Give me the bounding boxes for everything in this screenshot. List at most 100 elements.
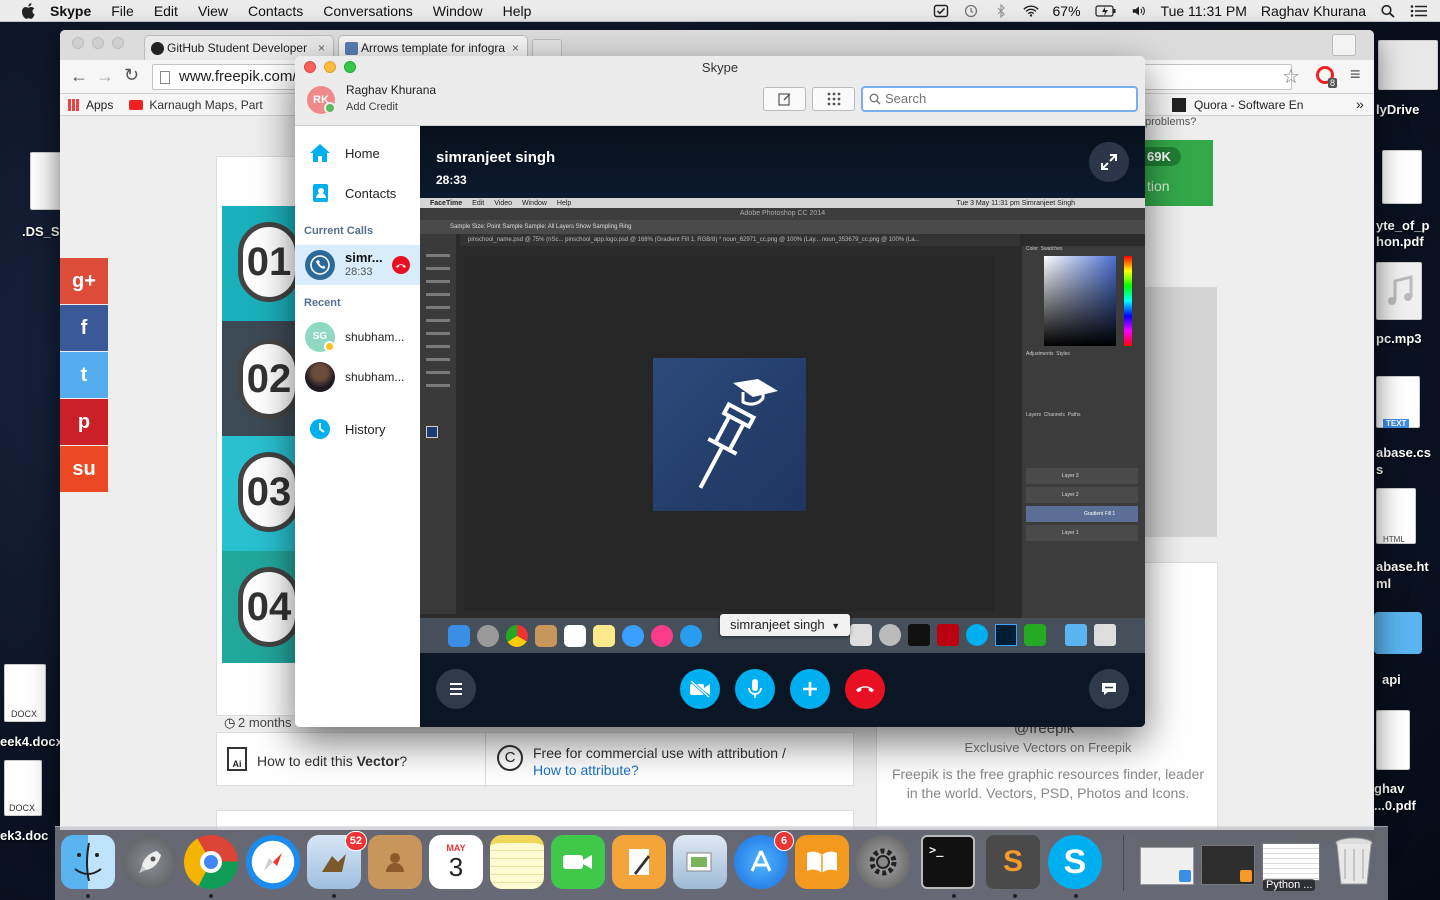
app-store-icon[interactable]: 6 (734, 831, 794, 889)
preview-app-icon[interactable] (673, 835, 727, 889)
menubar-user[interactable]: Raghav Khurana (1261, 3, 1366, 19)
skype-app-icon[interactable]: S (1048, 835, 1102, 889)
apps-grid-icon[interactable] (68, 98, 80, 111)
skype-search-box[interactable] (861, 86, 1138, 112)
minimized-window-thumbnail[interactable] (1201, 845, 1255, 885)
facetime-app-icon[interactable] (551, 835, 605, 889)
shared-screen-video[interactable]: FaceTime Edit Video Window Help Tue 3 Ma… (420, 198, 1145, 653)
css-file-icon[interactable]: TEXT (1376, 376, 1420, 428)
current-call-item[interactable]: simr... 28:33 (295, 245, 420, 285)
my-display-name[interactable]: Raghav Khurana (346, 83, 436, 97)
time-machine-icon[interactable] (963, 4, 979, 18)
close-tab-icon[interactable]: × (512, 41, 519, 55)
trash-icon[interactable] (1333, 835, 1375, 889)
minimize-window-button[interactable] (92, 37, 104, 49)
how-to-edit-text[interactable]: How to edit this Vector? (257, 753, 407, 769)
add-participant-button[interactable] (790, 669, 830, 709)
fullscreen-button[interactable] (1089, 142, 1129, 182)
forward-arrow-icon[interactable]: → (96, 66, 114, 87)
stumbleupon-share-button[interactable]: su (60, 446, 108, 492)
desktop-file-label[interactable]: lyDrive (1376, 102, 1419, 117)
sublime-text-icon[interactable]: S (986, 835, 1040, 889)
docx-file-icon[interactable]: DOCX (4, 760, 42, 816)
new-conversation-button[interactable] (763, 87, 806, 111)
menu-window[interactable]: Window (433, 3, 483, 19)
pdf-file-icon[interactable] (1382, 150, 1422, 204)
end-call-button[interactable] (392, 256, 410, 274)
google-plus-share-button[interactable]: g+ (60, 258, 108, 304)
pinterest-share-button[interactable]: p (60, 399, 108, 445)
desktop-file-label[interactable]: eek4.docx (0, 734, 63, 749)
search-input[interactable] (885, 91, 1125, 106)
menu-app-name[interactable]: Skype (50, 3, 91, 19)
desktop-file-icon[interactable] (30, 152, 62, 210)
volume-icon[interactable] (1131, 4, 1147, 18)
battery-charging-icon[interactable] (1094, 4, 1117, 18)
new-tab-button[interactable] (532, 39, 562, 57)
checkbox-menu-icon[interactable] (933, 4, 949, 18)
toggle-video-button[interactable] (680, 669, 720, 709)
bookmarks-overflow-icon[interactable]: » (1356, 96, 1364, 112)
docx-file-icon[interactable]: DOCX (4, 664, 46, 722)
menu-conversations[interactable]: Conversations (323, 3, 413, 19)
profile-avatar-icon[interactable] (1332, 34, 1356, 56)
desktop-file-label[interactable]: ek3.doc (0, 828, 48, 843)
pdf-file-icon[interactable] (1376, 710, 1410, 770)
html-file-icon[interactable]: HTML (1376, 488, 1416, 544)
terminal-app-icon[interactable]: >_ (921, 835, 975, 889)
safari-icon[interactable] (246, 835, 300, 889)
attribution-link[interactable]: How to attribute? (533, 762, 639, 778)
notes-app-icon[interactable] (490, 835, 544, 889)
menu-help[interactable]: Help (503, 3, 532, 19)
zoom-window-button[interactable] (112, 37, 124, 49)
close-window-button[interactable] (72, 37, 84, 49)
problems-link[interactable]: problems? (1145, 116, 1196, 128)
dial-pad-button[interactable] (812, 87, 855, 111)
launchpad-icon[interactable] (123, 835, 177, 889)
desktop-file-label[interactable]: api (1382, 672, 1401, 687)
menu-file[interactable]: File (111, 3, 134, 19)
reload-icon[interactable]: ↻ (124, 65, 139, 86)
toggle-mute-button[interactable] (735, 669, 775, 709)
hang-up-button[interactable] (845, 669, 885, 709)
pages-app-icon[interactable] (612, 835, 666, 889)
open-chat-button[interactable] (1089, 669, 1129, 709)
chrome-menu-icon[interactable]: ≡ (1350, 64, 1361, 85)
menubar-clock[interactable]: Tue 11:31 PM (1161, 3, 1247, 19)
bookmark-apps[interactable]: Apps (86, 98, 113, 112)
recent-conversation-item[interactable]: shubham... (295, 358, 420, 394)
contacts-app-icon[interactable] (368, 835, 422, 889)
drive-folder-icon[interactable] (1378, 40, 1438, 90)
system-preferences-icon[interactable] (856, 835, 910, 889)
apple-icon[interactable] (20, 2, 38, 20)
minimized-window-thumbnail[interactable] (1140, 847, 1194, 885)
calendar-app-icon[interactable]: MAY 3 (429, 835, 483, 889)
menu-contacts[interactable]: Contacts (248, 3, 303, 19)
notification-center-icon[interactable] (1410, 4, 1428, 18)
facebook-share-button[interactable]: f (60, 305, 108, 351)
sidebar-item-history[interactable]: History (295, 414, 420, 444)
desktop-file-label[interactable]: .DS_S (22, 224, 60, 239)
desktop-file-label[interactable]: yte_of_p hon.pdf (1376, 218, 1429, 250)
desktop-file-label[interactable]: abase.cs s (1376, 444, 1431, 478)
recent-conversation-item[interactable]: SG shubham... (295, 318, 420, 354)
close-tab-icon[interactable]: × (318, 41, 325, 55)
bookmark-star-icon[interactable]: ☆ (1282, 64, 1300, 89)
sidebar-item-home[interactable]: Home (295, 138, 420, 168)
ibooks-app-icon[interactable] (795, 835, 849, 889)
desktop-file-label[interactable]: pc.mp3 (1376, 331, 1422, 346)
minimized-window-thumbnail[interactable] (1262, 843, 1320, 881)
follow-button[interactable]: 69K tion (1145, 140, 1213, 206)
spotlight-search-icon[interactable] (1380, 4, 1396, 18)
menu-edit[interactable]: Edit (154, 3, 178, 19)
participant-name-tag[interactable]: simranjeet singh ▼ (720, 614, 851, 636)
bookmark-quora[interactable]: Quora - Software En (1194, 98, 1303, 112)
call-menu-button[interactable] (436, 669, 476, 709)
sidebar-item-contacts[interactable]: Contacts (295, 178, 420, 208)
mp3-file-icon[interactable] (1376, 262, 1422, 320)
back-arrow-icon[interactable]: ← (70, 66, 88, 87)
chrome-app-icon[interactable] (184, 835, 238, 889)
folder-icon[interactable] (1374, 612, 1422, 654)
wifi-icon[interactable] (1022, 4, 1039, 18)
finder-icon[interactable] (61, 835, 115, 889)
